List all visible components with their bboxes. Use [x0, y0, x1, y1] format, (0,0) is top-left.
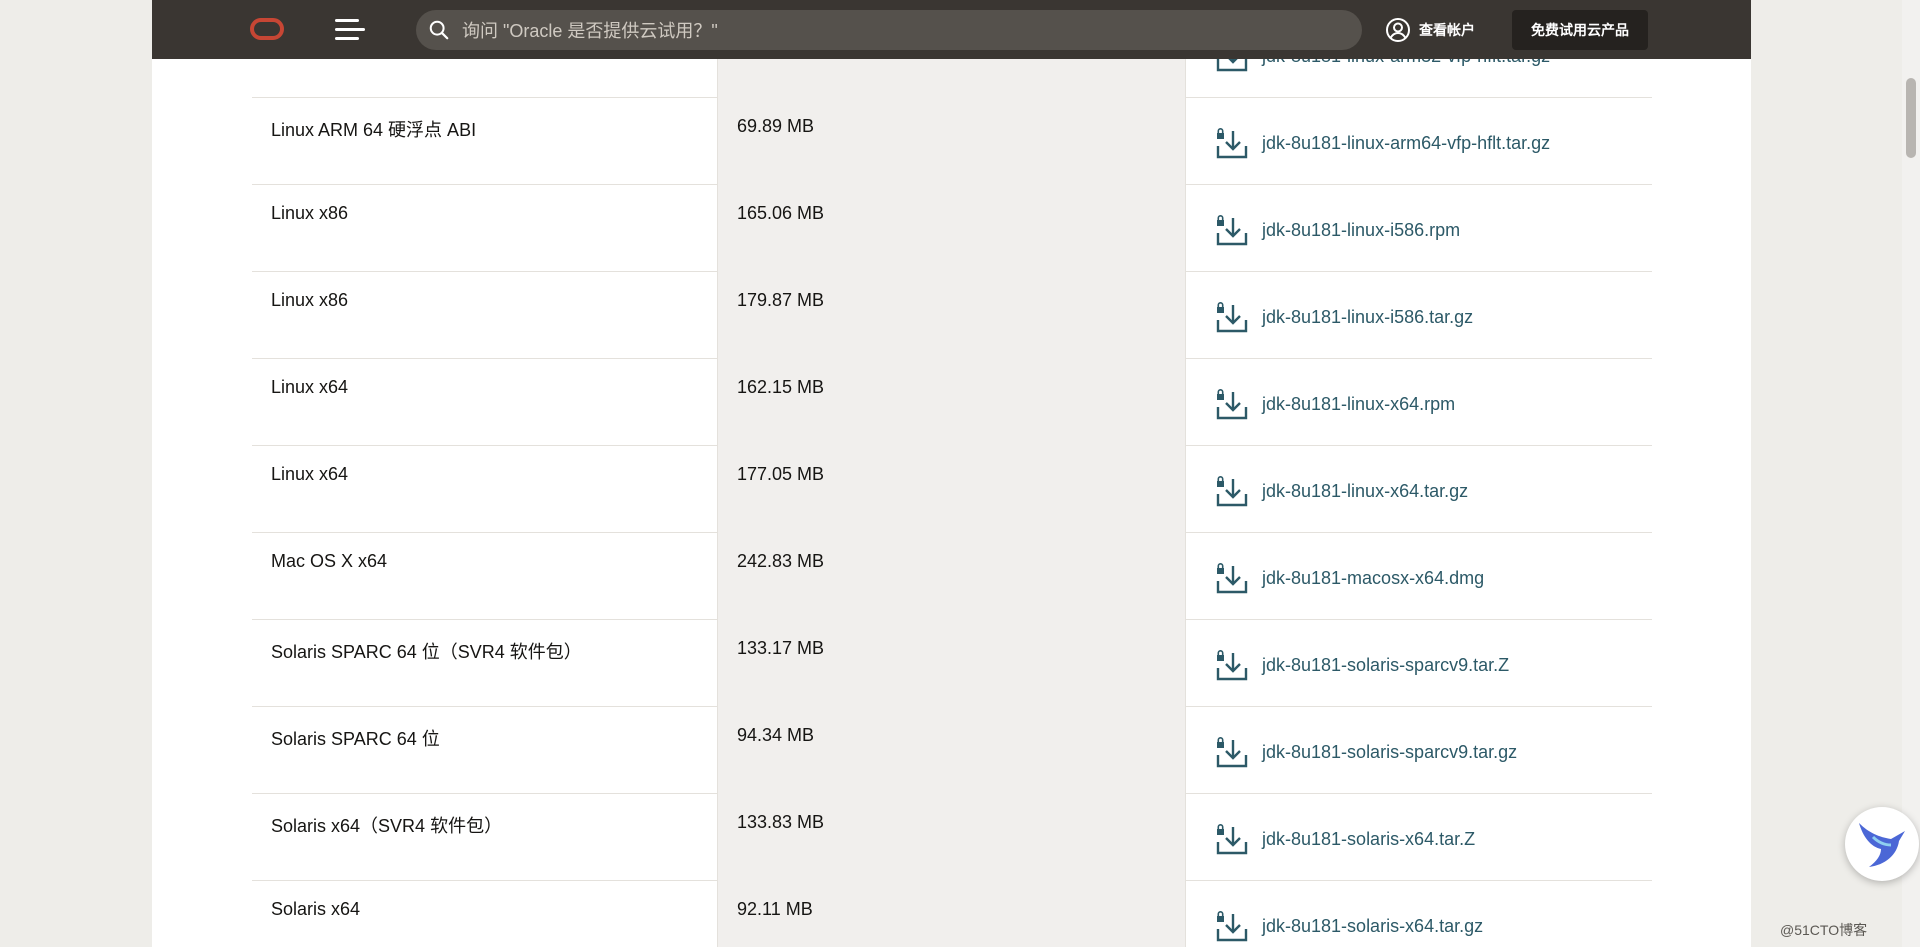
- search-bar[interactable]: [416, 10, 1362, 52]
- product-cell: Linux x64: [252, 445, 718, 532]
- product-cell: Solaris x64（SVR4 软件包）: [252, 793, 718, 880]
- download-icon: [1216, 911, 1248, 942]
- file-name: jdk-8u181-linux-i586.rpm: [1262, 219, 1461, 240]
- product-cell: Linux x86: [252, 271, 718, 358]
- download-icon: [1216, 302, 1248, 333]
- size-cell: 179.87 MB: [718, 271, 1186, 358]
- size-cell: 69.89 MB: [718, 97, 1186, 184]
- search-icon: [429, 20, 449, 40]
- size-cell: 133.17 MB: [718, 619, 1186, 706]
- download-icon: [1216, 389, 1248, 420]
- product-cell: Solaris SPARC 64 位: [252, 706, 718, 793]
- size-cell: 242.83 MB: [718, 532, 1186, 619]
- product-cell: Linux ARM 64 硬浮点 ABI: [252, 97, 718, 184]
- product-cell: Solaris x64: [252, 880, 718, 947]
- table-row: Solaris x64（SVR4 软件包） 133.83 MB jdk-8u18…: [252, 793, 1652, 881]
- download-link[interactable]: jdk-8u181-linux-i586.rpm: [1216, 214, 1460, 246]
- file-name: jdk-8u181-solaris-x64.tar.Z: [1262, 828, 1476, 849]
- download-link[interactable]: jdk-8u181-solaris-x64.tar.gz: [1216, 910, 1483, 942]
- scrollbar-thumb[interactable]: [1906, 78, 1916, 158]
- size-cell: 133.83 MB: [718, 793, 1186, 880]
- download-icon: [1216, 215, 1248, 246]
- file-name: jdk-8u181-solaris-sparcv9.tar.Z: [1262, 654, 1510, 675]
- size-cell: 162.15 MB: [718, 358, 1186, 445]
- free-trial-button[interactable]: 免费试用云产品: [1512, 10, 1648, 50]
- chat-assistant-button[interactable]: [1845, 807, 1919, 881]
- download-icon: [1216, 563, 1248, 594]
- page-content: jdk-8u181-linux-arm32-vfp-hflt.tar.gz Li…: [152, 0, 1751, 947]
- file-name: jdk-8u181-linux-x64.rpm: [1262, 393, 1456, 414]
- table-row: Linux x86 179.87 MB jdk-8u181-linux-i586…: [252, 271, 1652, 359]
- file-name: jdk-8u181-solaris-x64.tar.gz: [1262, 915, 1484, 936]
- file-name: jdk-8u181-macosx-x64.dmg: [1262, 567, 1485, 588]
- table-row: Linux x64 177.05 MB jdk-8u181-linux-x64.…: [252, 445, 1652, 533]
- table-row: Mac OS X x64 242.83 MB jdk-8u181-macosx-…: [252, 532, 1652, 620]
- product-cell: Linux x86: [252, 184, 718, 271]
- search-input[interactable]: [460, 10, 1344, 52]
- watermark-text: @51CTO博客: [1780, 922, 1868, 938]
- table-row: Linux ARM 64 硬浮点 ABI 69.89 MB jdk-8u181-…: [252, 97, 1652, 185]
- account-label: 查看帐户: [1419, 22, 1475, 38]
- table-row: Solaris x64 92.11 MB jdk-8u181-solaris-x…: [252, 880, 1652, 947]
- download-icon: [1216, 650, 1248, 681]
- download-link[interactable]: jdk-8u181-solaris-sparcv9.tar.Z: [1216, 649, 1509, 681]
- oracle-logo[interactable]: [250, 18, 284, 40]
- hamburger-menu-icon[interactable]: [335, 19, 365, 41]
- download-icon: [1216, 128, 1248, 159]
- download-link[interactable]: jdk-8u181-macosx-x64.dmg: [1216, 562, 1484, 594]
- size-cell: 177.05 MB: [718, 445, 1186, 532]
- download-icon: [1216, 737, 1248, 768]
- file-name: jdk-8u181-solaris-sparcv9.tar.gz: [1262, 741, 1518, 762]
- size-cell: 94.34 MB: [718, 706, 1186, 793]
- download-link[interactable]: jdk-8u181-solaris-sparcv9.tar.gz: [1216, 736, 1517, 768]
- file-name: jdk-8u181-linux-x64.tar.gz: [1262, 480, 1469, 501]
- product-cell: Mac OS X x64: [252, 532, 718, 619]
- bird-icon: [1859, 823, 1905, 867]
- download-link[interactable]: jdk-8u181-solaris-x64.tar.Z: [1216, 823, 1475, 855]
- download-icon: [1216, 824, 1248, 855]
- size-cell: 165.06 MB: [718, 184, 1186, 271]
- vertical-scrollbar[interactable]: [1902, 0, 1920, 947]
- product-cell: Solaris SPARC 64 位（SVR4 软件包）: [252, 619, 718, 706]
- product-cell: Linux x64: [252, 358, 718, 445]
- view-account-button[interactable]: 查看帐户: [1385, 17, 1475, 43]
- size-cell: 92.11 MB: [718, 880, 1186, 947]
- table-row: Linux x64 162.15 MB jdk-8u181-linux-x64.…: [252, 358, 1652, 446]
- table-row: Linux x86 165.06 MB jdk-8u181-linux-i586…: [252, 184, 1652, 272]
- file-name: jdk-8u181-linux-i586.tar.gz: [1262, 306, 1474, 327]
- download-link[interactable]: jdk-8u181-linux-x64.rpm: [1216, 388, 1455, 420]
- table-row: Solaris SPARC 64 位（SVR4 软件包） 133.17 MB j…: [252, 619, 1652, 707]
- account-icon: [1386, 18, 1410, 42]
- top-navigation-bar: 查看帐户 免费试用云产品: [152, 0, 1751, 59]
- download-icon: [1216, 476, 1248, 507]
- table-row: Solaris SPARC 64 位 94.34 MB jdk-8u181-so…: [252, 706, 1652, 794]
- download-link[interactable]: jdk-8u181-linux-x64.tar.gz: [1216, 475, 1468, 507]
- download-link[interactable]: jdk-8u181-linux-i586.tar.gz: [1216, 301, 1473, 333]
- file-name: jdk-8u181-linux-arm64-vfp-hflt.tar.gz: [1262, 132, 1551, 153]
- download-link[interactable]: jdk-8u181-linux-arm64-vfp-hflt.tar.gz: [1216, 127, 1550, 159]
